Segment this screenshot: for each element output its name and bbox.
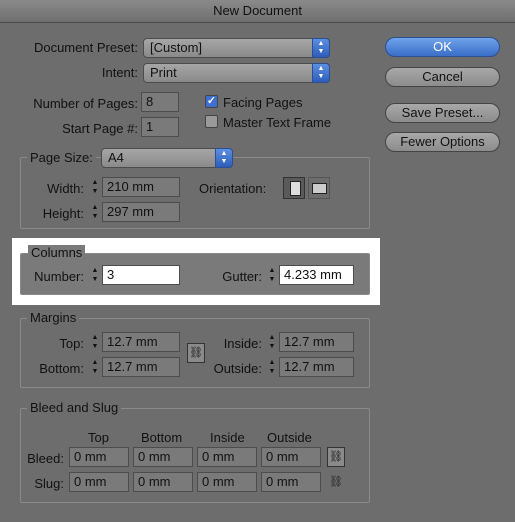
margin-inside-label: Inside: — [223, 336, 262, 351]
bleed-slug-title: Bleed and Slug — [27, 400, 122, 415]
margin-outside-stepper-icon[interactable]: ▲ ▼ — [266, 358, 278, 378]
margin-outside-label: Outside: — [213, 361, 262, 376]
margin-bottom-label: Bottom: — [39, 361, 84, 376]
bleed-bottom-field[interactable]: 0 mm — [133, 447, 193, 467]
bleed-inside-field[interactable]: 0 mm — [197, 447, 257, 467]
document-preset-label: Document Preset: — [33, 40, 138, 55]
margin-top-stepper-icon[interactable]: ▲ ▼ — [89, 333, 101, 353]
bleed-label: Bleed: — [27, 451, 64, 466]
slug-outside-field[interactable]: 0 mm — [261, 472, 321, 492]
margin-inside-stepper-icon[interactable]: ▲ ▼ — [266, 333, 278, 353]
select-arrows-icon: ▲ ▼ — [215, 148, 233, 168]
master-text-frame-checkbox[interactable] — [205, 115, 218, 128]
start-page-field[interactable]: 1 — [141, 117, 179, 137]
page-size-value: A4 — [108, 150, 124, 165]
slug-label: Slug: — [34, 476, 64, 491]
page-size-label: Page Size: — [27, 150, 96, 165]
gutter-stepper-icon[interactable]: ▲ ▼ — [266, 266, 278, 286]
select-arrows-icon: ▲ ▼ — [312, 63, 330, 83]
slug-top-field[interactable]: 0 mm — [69, 472, 129, 492]
margin-outside-field[interactable]: 12.7 mm — [279, 357, 354, 377]
dialog-title: New Document — [0, 0, 515, 23]
bleed-header-top: Top — [88, 430, 109, 445]
portrait-orientation-icon[interactable] — [283, 177, 305, 199]
start-page-label: Start Page #: — [62, 121, 138, 136]
gutter-field[interactable]: 4.233 mm — [279, 265, 354, 285]
bleed-outside-field[interactable]: 0 mm — [261, 447, 321, 467]
margin-top-label: Top: — [59, 336, 84, 351]
slug-inside-field[interactable]: 0 mm — [197, 472, 257, 492]
columns-number-label: Number: — [34, 269, 84, 284]
facing-pages-label: Facing Pages — [223, 95, 303, 110]
height-field[interactable]: 297 mm — [102, 202, 180, 222]
intent-select[interactable]: Print ▲ ▼ — [143, 63, 330, 83]
width-field[interactable]: 210 mm — [102, 177, 180, 197]
cancel-button[interactable]: Cancel — [385, 67, 500, 87]
columns-number-stepper-icon[interactable]: ▲ ▼ — [89, 266, 101, 286]
bleed-header-bottom: Bottom — [141, 430, 183, 445]
slug-bottom-field[interactable]: 0 mm — [133, 472, 193, 492]
save-preset-button[interactable]: Save Preset... — [385, 103, 500, 123]
bleed-header-outside: Outside — [267, 430, 312, 445]
width-label: Width: — [47, 181, 84, 196]
bleed-link-icon[interactable]: ⛓ — [327, 447, 345, 467]
landscape-orientation-icon[interactable] — [308, 177, 330, 199]
number-of-pages-field[interactable]: 8 — [141, 92, 179, 112]
slug-link-icon[interactable]: ⛓ — [329, 473, 343, 491]
intent-value: Print — [150, 65, 177, 80]
facing-pages-checkbox[interactable]: ✓ — [205, 95, 218, 108]
new-document-dialog: New Document OK Cancel Save Preset... Fe… — [0, 0, 515, 522]
document-preset-value: [Custom] — [150, 40, 203, 55]
orientation-label: Orientation: — [199, 181, 267, 196]
height-label: Height: — [42, 206, 84, 221]
gutter-label: Gutter: — [222, 269, 262, 284]
ok-button[interactable]: OK — [385, 37, 500, 57]
margin-bottom-field[interactable]: 12.7 mm — [102, 357, 180, 377]
width-stepper-icon[interactable]: ▲ ▼ — [89, 178, 101, 198]
margin-bottom-stepper-icon[interactable]: ▲ ▼ — [89, 358, 101, 378]
page-size-select[interactable]: A4 ▲ ▼ — [101, 148, 233, 168]
height-stepper-icon[interactable]: ▲ ▼ — [89, 203, 101, 223]
document-preset-select[interactable]: [Custom] ▲ ▼ — [143, 38, 330, 58]
fewer-options-button[interactable]: Fewer Options — [385, 132, 500, 152]
bleed-header-inside: Inside — [210, 430, 245, 445]
intent-label: Intent: — [101, 65, 138, 80]
master-text-frame-label: Master Text Frame — [223, 115, 332, 130]
number-of-pages-label: Number of Pages: — [33, 96, 138, 111]
select-arrows-icon: ▲ ▼ — [312, 38, 330, 58]
columns-number-field[interactable]: 3 — [102, 265, 180, 285]
margin-inside-field[interactable]: 12.7 mm — [279, 332, 354, 352]
bleed-top-field[interactable]: 0 mm — [69, 447, 129, 467]
margins-title: Margins — [27, 310, 80, 325]
margin-top-field[interactable]: 12.7 mm — [102, 332, 180, 352]
columns-title: Columns — [28, 245, 86, 260]
